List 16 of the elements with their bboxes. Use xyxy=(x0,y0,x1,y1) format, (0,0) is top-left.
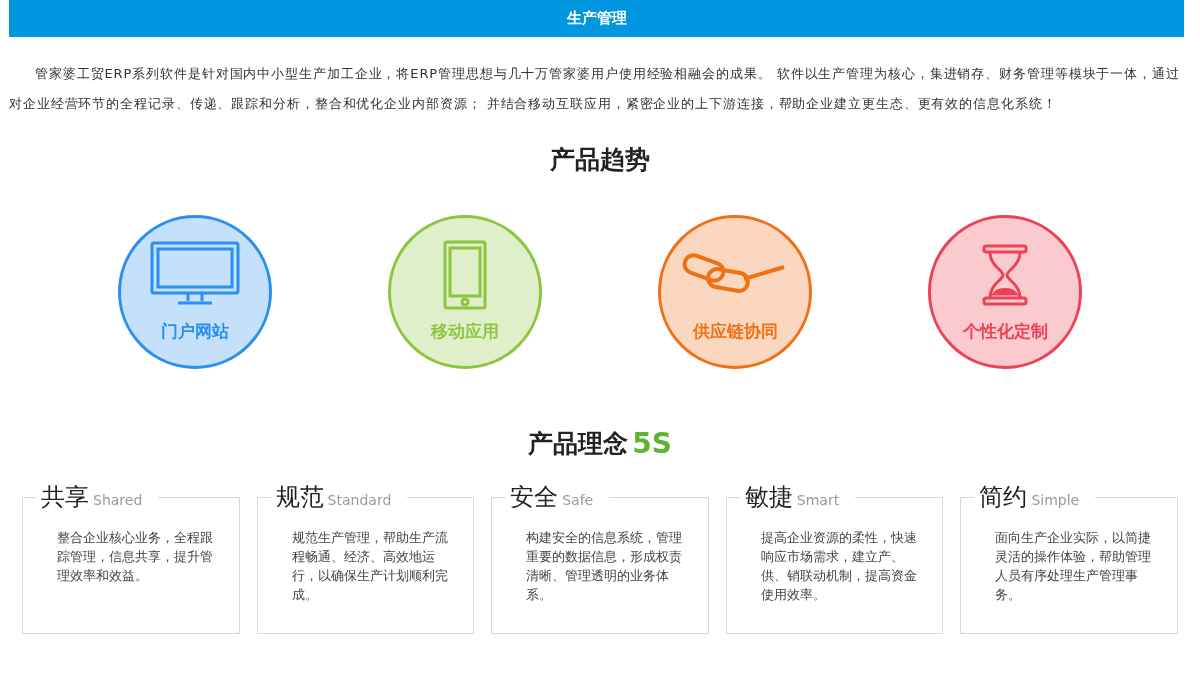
trend-label: 移动应用 xyxy=(431,319,499,343)
hourglass-icon xyxy=(980,243,1030,306)
card-text: 整合企业核心业务，全程跟踪管理，信息共享，提升管理效率和效益。 xyxy=(57,528,214,585)
page-title: 生产管理 xyxy=(566,8,627,30)
card-text: 规范生产管理，帮助生产流程畅通、经济、高效地运行，以确保生产计划顺利完成。 xyxy=(291,528,449,604)
5s-logo-text: 5S xyxy=(632,425,672,462)
trend-label: 供应链协同 xyxy=(692,319,778,343)
section-title: 产品理念 xyxy=(528,427,629,460)
trend-label: 个性化定制 xyxy=(962,319,1048,343)
card-text: 构建安全的信息系统，管理重要的数据信息，形成权责清晰、管理透明的业务体系。 xyxy=(526,528,684,604)
intro-paragraph: 管家婆工贸ERP系列软件是针对国内中小型生产加工企业，将ERP管理思想与几十万管家婆用户使用经验相融会的成果。 软件以生产管理为核心，集进销存、财务管理等模块于一体，通过对企业经营环节的全程记录、传递、跟踪和分析，整合和优化企业内部资源； 并结合移动互联应用，紧密企业的上下游连接，帮助企业建立更生态、更有效的信息化系统！ xyxy=(9,65,1181,113)
trend-label: 门户网站 xyxy=(161,319,229,343)
card-text: 提高企业资源的柔性，快速响应市场需求，建立产、供、销联动机制，提高资金使用效率。 xyxy=(760,528,918,604)
section-title: 产品趋势 xyxy=(550,144,650,176)
phone-icon xyxy=(443,239,487,310)
card-text: 面向生产企业实际，以简捷灵活的操作体验，帮助管理人员有序处理生产管理事务。 xyxy=(995,528,1153,604)
